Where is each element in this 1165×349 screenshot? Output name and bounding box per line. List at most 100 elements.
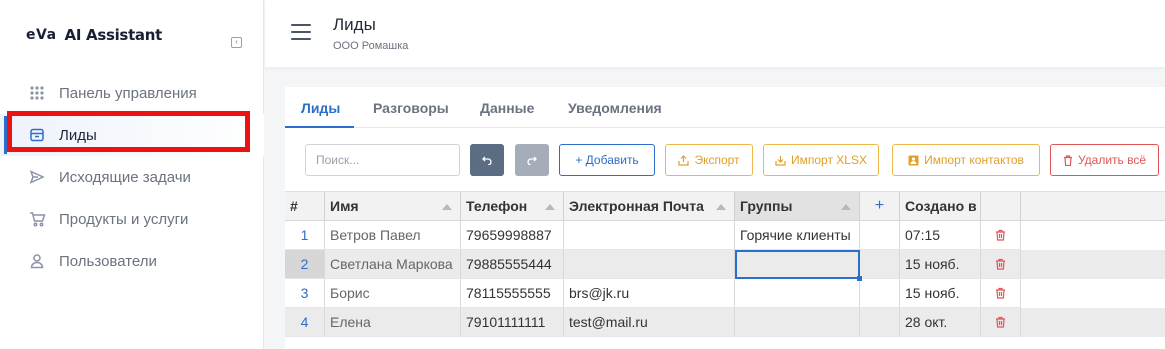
cell-name[interactable]: Борис [325,279,461,308]
trash-icon [996,258,1005,270]
tab-notifications[interactable]: Уведомления [568,100,662,116]
sidebar-item-outgoing-tasks[interactable]: Исходящие задачи [0,156,264,198]
add-button[interactable]: + Добавить [559,144,655,176]
cell-name[interactable]: Светлана Маркова [325,250,461,279]
table-row[interactable]: 4 Елена 79101111111 test@mail.ru 28 окт. [285,308,1165,337]
sort-icon[interactable] [716,204,726,210]
cell-created: 07:15 [900,221,981,250]
row-index: 3 [285,279,325,308]
tab-data[interactable]: Данные [480,100,534,116]
delete-row-button[interactable] [981,308,1021,337]
cell-created: 28 окт. [900,308,981,337]
col-header-index: # [285,192,325,220]
sidebar-item-label: Панель управления [59,84,197,102]
user-icon [28,252,46,270]
table-row[interactable]: 3 Борис 78115555555 brs@jk.ru 15 нояб. [285,279,1165,308]
col-header-email-label: Электронная Почта [569,198,704,214]
cart-icon [28,210,46,228]
redo-icon [527,156,537,165]
export-icon [678,154,690,166]
undo-icon [482,156,492,165]
delete-all-button[interactable]: Удалить всё [1050,144,1159,176]
row-index: 4 [285,308,325,337]
sort-icon[interactable] [442,204,452,210]
sidebar-item-label: Продукты и услуги [59,210,189,228]
import-icon [775,155,786,166]
sidebar-item-leads[interactable]: Лиды [0,114,264,156]
redo-button[interactable] [515,144,549,176]
cell-empty [860,279,900,308]
export-label: Экспорт [694,153,740,167]
main-panel: Лиды Разговоры Данные Уведомления + Доба… [285,87,1165,349]
sidebar-item-label: Пользователи [59,252,157,270]
col-header-name[interactable]: Имя [325,192,461,220]
delete-row-button[interactable] [981,279,1021,308]
table-header: # Имя Телефон Электронная Почта Группы +… [285,191,1165,221]
cell-phone[interactable]: 79885555444 [461,250,564,279]
sidebar-item-label: Лиды [59,126,97,144]
add-button-label: + Добавить [575,153,639,167]
cell-phone[interactable]: 79101111111 [461,308,564,337]
add-column-icon[interactable]: + [860,192,900,220]
col-header-phone[interactable]: Телефон [461,192,564,220]
sidebar: eVa AI Assistant ‹ Панель управления Лид… [0,0,264,349]
cell-groups[interactable] [735,279,860,308]
menu-icon[interactable] [291,24,311,40]
search-input[interactable] [305,144,460,176]
contacts-icon [908,155,919,165]
cell-groups[interactable]: Горячие клиенты [735,221,860,250]
sort-icon[interactable] [841,204,851,210]
undo-button[interactable] [470,144,504,176]
col-header-groups-label: Группы [740,198,793,214]
cell-email[interactable] [564,250,735,279]
cell-groups[interactable] [735,308,860,337]
page-title: Лиды [333,15,376,34]
collapse-sidebar-icon[interactable]: ‹ [231,37,242,48]
cell-phone[interactable]: 78115555555 [461,279,564,308]
cell-email[interactable]: brs@jk.ru [564,279,735,308]
trash-icon [996,229,1005,241]
send-icon [28,168,46,186]
delete-row-button[interactable] [981,250,1021,279]
cell-groups[interactable] [735,250,860,279]
sidebar-item-label: Исходящие задачи [59,168,191,186]
cell-email[interactable]: test@mail.ru [564,308,735,337]
brand[interactable]: eVa AI Assistant [26,26,162,44]
eva-logo: eVa [26,27,57,43]
table-row[interactable]: 2 Светлана Маркова 79885555444 15 нояб. [285,250,1165,279]
sidebar-item-products[interactable]: Продукты и услуги [0,198,264,240]
delete-row-button[interactable] [981,221,1021,250]
cell-empty [860,250,900,279]
sidebar-nav: Панель управления Лиды Исходящие задачи … [0,72,264,282]
col-header-email[interactable]: Электронная Почта [564,192,735,220]
cell-created: 15 нояб. [900,250,981,279]
sidebar-item-users[interactable]: Пользователи [0,240,264,282]
cell-email[interactable] [564,221,735,250]
table-row[interactable]: 1 Ветров Павел 79659998887 Горячие клиен… [285,221,1165,250]
cell-empty [860,308,900,337]
row-index: 1 [285,221,325,250]
import-contacts-label: Импорт контактов [924,153,1024,167]
col-header-groups[interactable]: Группы [735,192,860,220]
import-xlsx-label: Импорт XLSX [791,153,867,167]
sort-icon[interactable] [545,204,555,210]
import-xlsx-button[interactable]: Импорт XLSX [763,144,879,176]
cell-name[interactable]: Ветров Павел [325,221,461,250]
export-button[interactable]: Экспорт [665,144,753,176]
tabs: Лиды Разговоры Данные Уведомления [285,87,1165,128]
tab-conversations[interactable]: Разговоры [373,100,449,116]
toolbar: + Добавить Экспорт Импорт XLSX Импорт ко… [285,128,1165,190]
cell-empty [860,221,900,250]
trash-icon [996,287,1005,299]
col-header-created[interactable]: Создано в [900,192,981,220]
inbox-icon [28,126,46,144]
row-index: 2 [285,250,325,279]
cell-name[interactable]: Елена [325,308,461,337]
import-contacts-button[interactable]: Импорт контактов [892,144,1040,176]
col-header-actions [981,192,1021,220]
cell-phone[interactable]: 79659998887 [461,221,564,250]
sidebar-item-dashboard[interactable]: Панель управления [0,72,264,114]
app-name: AI Assistant [64,26,163,44]
company-name: ООО Ромашка [333,40,409,52]
tab-leads[interactable]: Лиды [301,100,340,116]
